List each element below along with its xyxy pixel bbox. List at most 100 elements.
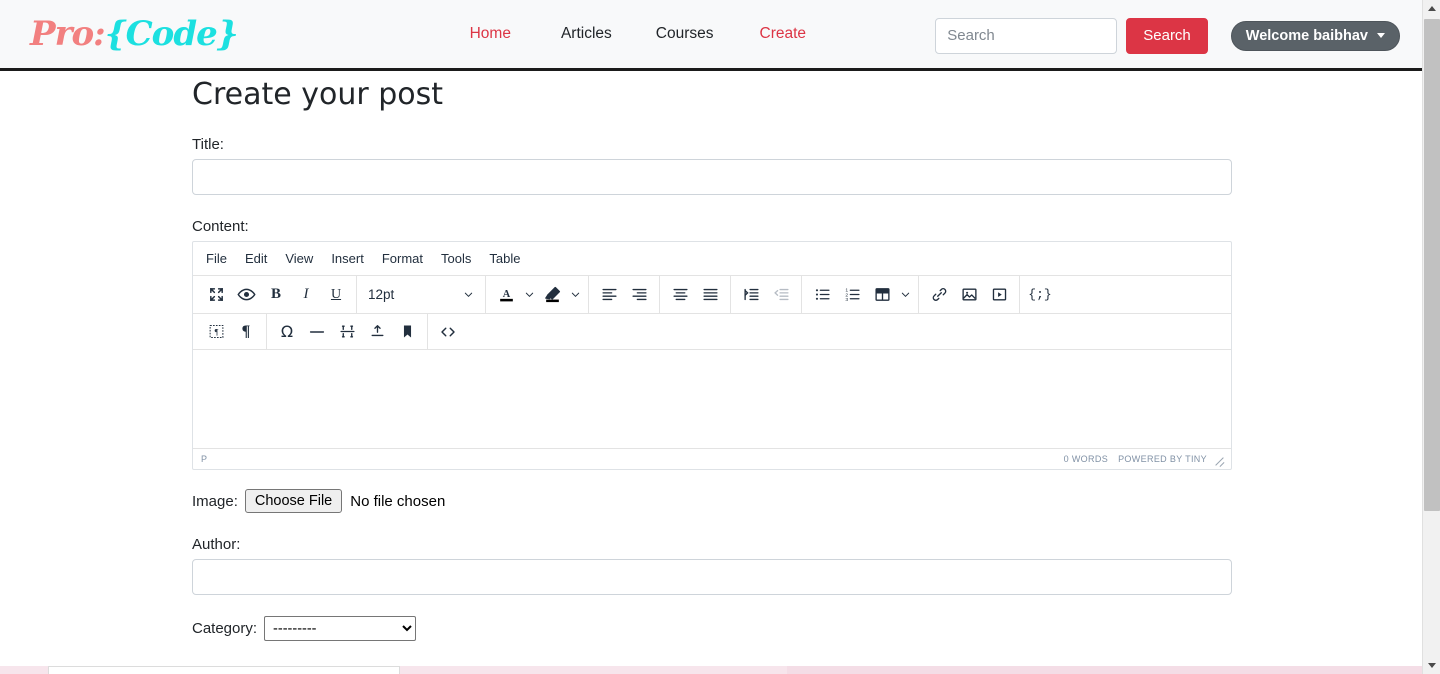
fontsize-value: 12pt: [368, 287, 395, 302]
anchor-bookmark-icon[interactable]: [392, 318, 422, 346]
editor-branding[interactable]: POWERED BY TINY: [1118, 454, 1207, 464]
toolbar-group-codesample: {;}: [1020, 276, 1060, 313]
title-input[interactable]: [192, 159, 1232, 195]
nav-item-create[interactable]: Create: [760, 17, 807, 51]
author-input[interactable]: [192, 559, 1232, 595]
category-select[interactable]: ---------: [264, 616, 417, 641]
toolbar-group-insert: [919, 276, 1020, 313]
fullscreen-icon[interactable]: [201, 281, 231, 309]
toolbar-group-align-2: [660, 276, 731, 313]
vertical-scrollbar[interactable]: [1422, 0, 1440, 674]
navbar: Pro:{Code} Home Articles Courses Create …: [0, 0, 1422, 71]
scroll-down-arrow-icon[interactable]: [1423, 657, 1440, 674]
paragraph-mark-icon[interactable]: ¶: [231, 318, 261, 346]
italic-icon[interactable]: I: [291, 281, 321, 309]
table-chevron-down-icon[interactable]: [897, 281, 913, 309]
menu-edit[interactable]: Edit: [236, 247, 276, 270]
outdent-icon[interactable]: [766, 281, 796, 309]
account-label: Welcome baibhav: [1245, 27, 1368, 44]
category-field-label: Category:: [192, 620, 258, 637]
page-title: Create your post: [192, 77, 444, 112]
nav-item-articles[interactable]: Articles: [561, 17, 612, 51]
author-field-label: Author:: [192, 536, 241, 553]
block-visual-icon[interactable]: ¶: [201, 318, 231, 346]
text-color-chevron-down-icon[interactable]: [521, 281, 537, 309]
highlight-pen-icon[interactable]: [537, 281, 567, 309]
bullet-list-icon[interactable]: [807, 281, 837, 309]
table-split: [867, 281, 913, 309]
bold-icon[interactable]: B: [261, 281, 291, 309]
search-button[interactable]: Search: [1126, 17, 1208, 54]
main-content: Create your post Title: Content: File Ed…: [0, 71, 1422, 641]
nav-item-home[interactable]: Home: [470, 17, 511, 51]
menu-insert[interactable]: Insert: [322, 247, 373, 270]
align-center-icon[interactable]: [665, 281, 695, 309]
editor-content-area[interactable]: [193, 350, 1231, 449]
tinymce-editor: File Edit View Insert Format Tools Table: [192, 241, 1232, 470]
toolbar-group-fontsize: 12pt: [357, 276, 486, 313]
file-chosen-status: No file chosen: [350, 492, 446, 510]
site-logo[interactable]: Pro:{Code}: [30, 14, 239, 54]
code-sample-icon[interactable]: {;}: [1025, 281, 1055, 309]
image-field-row: Image: Choose File No file chosen: [192, 489, 1422, 513]
editor-status-bar: P 0 WORDS POWERED BY TINY: [193, 449, 1231, 469]
search-input[interactable]: [935, 17, 1118, 54]
scroll-up-arrow-icon[interactable]: [1423, 0, 1440, 17]
source-code-icon[interactable]: [433, 318, 463, 346]
special-character-icon[interactable]: Ω: [272, 318, 302, 346]
image-icon[interactable]: [954, 281, 984, 309]
editor-word-count[interactable]: 0 WORDS: [1064, 454, 1108, 464]
underline-icon[interactable]: U: [321, 281, 351, 309]
account-dropdown-button[interactable]: Welcome baibhav: [1230, 20, 1400, 51]
editor-resize-handle[interactable]: [1211, 452, 1225, 466]
fontsize-select[interactable]: 12pt: [362, 281, 480, 309]
media-icon[interactable]: [984, 281, 1014, 309]
menu-file[interactable]: File: [197, 247, 236, 270]
editor-menubar: File Edit View Insert Format Tools Table: [193, 242, 1231, 276]
toolbar-group-insert-misc: Ω: [267, 314, 428, 349]
numbered-list-icon[interactable]: 1 2 3: [837, 281, 867, 309]
menu-table[interactable]: Table: [480, 247, 529, 270]
toolbar-group-indent: [731, 276, 802, 313]
svg-text:3: 3: [845, 297, 848, 303]
text-color-icon[interactable]: A: [491, 281, 521, 309]
table-icon[interactable]: [867, 281, 897, 309]
footer-band: [787, 666, 1422, 674]
toolbar-group-visualblocks: ¶ ¶: [196, 314, 267, 349]
svg-text:¶: ¶: [214, 327, 218, 337]
toolbar-group-source: [428, 314, 468, 349]
editor-toolbar-row-1: B I U 12pt A 1 2 3 {;}: [193, 276, 1231, 314]
choose-file-button[interactable]: Choose File: [244, 489, 343, 513]
svg-text:A: A: [502, 289, 510, 300]
menu-format[interactable]: Format: [373, 247, 432, 270]
link-icon[interactable]: [924, 281, 954, 309]
preview-eye-icon[interactable]: [231, 281, 261, 309]
content-field-label: Content:: [192, 218, 249, 235]
menu-view[interactable]: View: [276, 247, 322, 270]
page-break-icon[interactable]: [332, 318, 362, 346]
editor-element-path[interactable]: P: [201, 454, 207, 464]
indent-icon[interactable]: [736, 281, 766, 309]
highlight-color-chevron-down-icon[interactable]: [567, 281, 583, 309]
image-field-label: Image:: [192, 492, 238, 510]
toolbar-group-color: A: [486, 276, 589, 313]
align-left-icon[interactable]: [594, 281, 624, 309]
nav-item-courses[interactable]: Courses: [656, 17, 714, 51]
footer-strip: [0, 666, 1422, 674]
align-justify-icon[interactable]: [695, 281, 725, 309]
page-viewport: Pro:{Code} Home Articles Courses Create …: [0, 0, 1440, 674]
caret-down-icon: [1377, 33, 1385, 38]
scrollbar-thumb[interactable]: [1424, 19, 1440, 511]
chevron-down-icon: [464, 292, 473, 297]
horizontal-rule-icon[interactable]: [302, 318, 332, 346]
title-field-label: Title:: [192, 136, 224, 153]
insert-template-icon[interactable]: [362, 318, 392, 346]
menu-tools[interactable]: Tools: [432, 247, 480, 270]
align-right-icon[interactable]: [624, 281, 654, 309]
footer-card: [48, 666, 400, 674]
logo-text-pro: Pro:: [30, 14, 106, 54]
editor-toolbar-row-2: ¶ ¶ Ω: [193, 314, 1231, 350]
logo-text-code: {Code}: [104, 14, 239, 54]
navbar-right-group: Search Welcome baibhav: [935, 0, 1400, 71]
highlight-color-split: [537, 281, 583, 309]
